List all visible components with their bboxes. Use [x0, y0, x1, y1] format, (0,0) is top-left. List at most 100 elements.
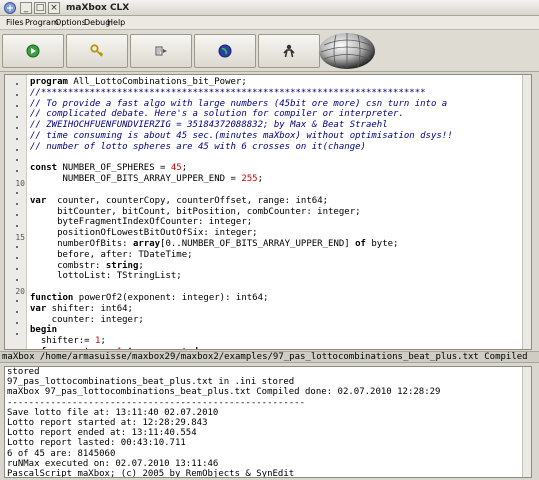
gutter-marker: [16, 149, 18, 151]
gutter-marker: [16, 225, 18, 227]
code-token: byteFragmentIndexOfCounter: integer;: [30, 217, 253, 228]
code-line: NUMBER_OF_BITS_ARRAY_UPPER_END = 255;: [30, 174, 521, 185]
output-line: PascalScript maXbox; (c) 2005 by RemObje…: [7, 468, 295, 478]
code-token: shifter:=: [30, 336, 96, 347]
gutter-marker: [16, 138, 18, 140]
code-token: var: [30, 195, 47, 206]
gutter-marker: [16, 203, 18, 205]
code-line: shifter:= 1;: [30, 336, 521, 347]
key-button[interactable]: [66, 34, 128, 68]
code-line: // time consuming is about 45 sec.(minut…: [30, 131, 521, 142]
code-token: // complicated debate. Here's a solution…: [30, 109, 404, 120]
code-token: //**************************************…: [30, 87, 426, 98]
line-number: 20: [15, 287, 25, 296]
code-token: ;: [181, 163, 188, 174]
code-token: exponent: [138, 347, 192, 349]
code-token: counter: integer;: [30, 314, 144, 325]
compile-button[interactable]: [130, 34, 192, 68]
line-number: 10: [15, 179, 25, 188]
code-token: All_LottoCombinations_bit_Power;: [67, 77, 247, 87]
output-line: ruNMax executed on: 02.07.2010 13:11:46: [7, 458, 219, 469]
code-line: // To provide a fast algo with large num…: [30, 99, 521, 110]
code-token: do: [193, 347, 204, 349]
code-token: before, after: TDateTime;: [30, 249, 193, 260]
menu-options[interactable]: Options: [55, 17, 86, 29]
gutter-marker: [16, 159, 18, 161]
code-line: // ZWEIHOCHFUENFUNDVIERZIG = 35184372088…: [30, 120, 521, 131]
output-line: stored: [7, 367, 40, 377]
person-button[interactable]: [258, 34, 320, 68]
code-line: byteFragmentIndexOfCounter: integer;: [30, 217, 521, 228]
code-line: positionOfLowestBitOutOfSix: integer;: [30, 228, 521, 239]
code-token: lottoList: TStringList;: [30, 271, 182, 282]
key-icon: [90, 44, 104, 57]
gutter-marker: [16, 333, 18, 335]
code-token: [0..NUMBER_OF_BITS_ARRAY_UPPER_END]: [160, 238, 356, 249]
globe-button[interactable]: [194, 34, 256, 68]
code-token: // To provide a fast algo with large num…: [30, 98, 448, 109]
code-line: const NUMBER_OF_SPHERES = 45;: [30, 163, 521, 174]
run-icon: [26, 44, 40, 58]
code-token: bitCounter, bitCount, bitPosition, combC…: [30, 206, 361, 217]
minimize-button[interactable]: _: [20, 2, 32, 14]
person-icon: [283, 44, 295, 58]
gutter-marker: [16, 170, 18, 172]
code-token: positionOfLowestBitOutOfSix: integer;: [30, 228, 258, 239]
menu-help[interactable]: Help: [107, 17, 125, 29]
code-token: byte;: [365, 238, 399, 249]
code-token: array: [132, 238, 161, 249]
output-scrollbar[interactable]: [522, 367, 531, 477]
code-token: const: [30, 163, 58, 174]
code-token: ;: [257, 174, 264, 185]
output-lines: stored 97_pas_lottocombinations_beat_plus…: [5, 367, 531, 478]
window-title: maXbox CLX: [66, 3, 130, 13]
code-token: program: [30, 77, 68, 87]
run-button[interactable]: [2, 34, 64, 68]
gutter-marker: [16, 116, 18, 118]
gutter-marker: [16, 279, 18, 281]
code-line: // number of lotto spheres are 45 with 6…: [30, 142, 521, 153]
code-line: // complicated debate. Here's a solution…: [30, 109, 521, 120]
code-token: NUMBER_OF_SPHERES =: [57, 163, 171, 174]
gutter-marker: [16, 268, 18, 270]
code-line: combstr: string;: [30, 261, 521, 272]
code-line: before, after: TDateTime;: [30, 250, 521, 261]
compile-icon: [155, 46, 167, 56]
status-bar: maXbox /home/armasuisse/maxbox29/maxbox2…: [0, 351, 539, 363]
menu-files[interactable]: Files: [6, 17, 24, 29]
code-line: bitCounter, bitCount, bitPosition, combC…: [30, 207, 521, 218]
code-token: // number of lotto spheres are 45 with 6…: [30, 141, 366, 152]
gutter-marker: [16, 257, 18, 259]
code-editor[interactable]: 10 15 20 program All_LottoCombinations_b…: [4, 74, 532, 350]
code-line: program All_LottoCombinations_bit_Power;: [30, 77, 521, 88]
maximize-button[interactable]: □: [34, 2, 46, 14]
code-line: numberOfBits: array[0..NUMBER_OF_BITS_AR…: [30, 239, 521, 250]
app-icon[interactable]: [3, 1, 17, 15]
code-token: counter, counterCopy, counterOffset, ran…: [46, 195, 329, 206]
code-line: counter: integer;: [30, 315, 521, 326]
gutter-marker: [16, 94, 18, 96]
toolbar: [0, 30, 539, 72]
editor-scrollbar[interactable]: [522, 75, 531, 349]
code-line: lottoList: TStringList;: [30, 271, 521, 282]
code-token: of: [355, 238, 366, 249]
code-token: begin: [30, 325, 58, 336]
output-line: ----------------------------------------…: [7, 397, 306, 408]
output-panel[interactable]: stored 97_pas_lottocombinations_beat_plus…: [4, 366, 532, 478]
code-area[interactable]: program All_LottoCombinations_bit_Power;…: [30, 77, 521, 349]
menu-program[interactable]: Program: [25, 17, 59, 29]
code-token: 255: [241, 174, 258, 185]
code-line: var shifter: int64;: [30, 304, 521, 315]
close-button[interactable]: ×: [48, 2, 60, 14]
gutter-marker: [16, 322, 18, 324]
code-line: function powerOf2(exponent: integer): in…: [30, 293, 521, 304]
code-line: //**************************************…: [30, 88, 521, 99]
code-token: numberOfBits:: [30, 238, 133, 249]
code-token: var: [30, 303, 47, 314]
gutter-marker: [16, 105, 18, 107]
code-line: begin: [30, 325, 521, 336]
code-token: NUMBER_OF_BITS_ARRAY_UPPER_END =: [30, 174, 242, 185]
